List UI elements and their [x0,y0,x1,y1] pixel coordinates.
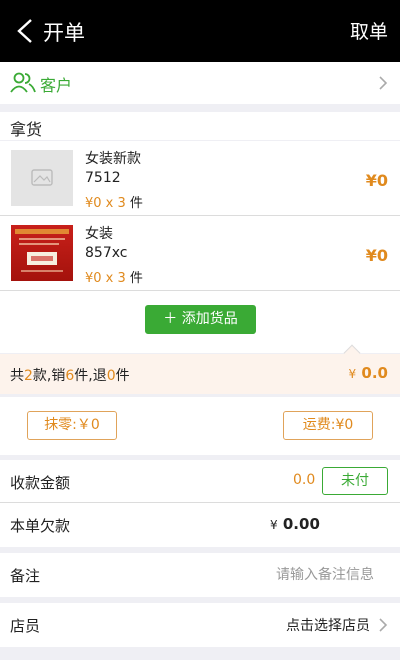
order-summary: 共2款,销6件,退0件 ¥ 0.0 [0,344,400,394]
add-goods-button[interactable]: ＋ 添加货品 [145,305,256,334]
summary-total: ¥ 0.0 [348,364,388,382]
back-arrow-icon[interactable] [14,18,38,44]
customer-label: 客户 [40,76,73,95]
staff-label: 店员 [10,617,41,635]
owed-amount: ¥ 0.00 [270,515,320,533]
goods-item[interactable]: 女装 857xc ¥0 x 3 件 ¥0 [0,216,400,290]
note-label: 备注 [10,567,41,585]
goods-section-header: 拿货 [0,112,400,140]
shipping-button[interactable]: 运费:¥0 [283,411,373,440]
owed-label: 本单欠款 [10,517,71,535]
customer-icon [10,72,36,93]
rounding-button[interactable]: 抹零:￥0 [27,411,117,440]
goods-item[interactable]: 女装新款 7512 ¥0 x 3 件 ¥0 [0,141,400,215]
item-total: ¥0 [365,246,388,265]
page-title: 开单 [43,21,85,45]
add-goods-row: ＋ 添加货品 [0,291,400,353]
top-bar: 开单 取单 [0,0,400,62]
item-code: 857xc [85,245,128,261]
owed-row: 本单欠款 ¥ 0.00 [0,503,400,547]
adjustments-row: 抹零:￥0 运费:¥0 [0,397,400,455]
item-name: 女装 [85,226,113,242]
chevron-right-icon [379,618,388,632]
image-placeholder-icon [11,150,73,206]
payment-label: 收款金额 [10,474,71,492]
plus-icon: ＋ [163,311,178,327]
note-row: 备注 [0,553,400,597]
goods-section-title: 拿货 [10,120,43,139]
add-goods-label: 添加货品 [181,311,238,327]
item-qty: ¥0 x 3 件 [85,271,143,286]
take-order-button[interactable]: 取单 [350,17,388,44]
item-qty: ¥0 x 3 件 [85,196,143,211]
chevron-right-icon [379,76,388,90]
payment-row: 收款金额 0.0 未付 [0,460,400,502]
note-input[interactable] [200,561,374,589]
item-name: 女装新款 [85,151,141,167]
staff-select[interactable]: 点击选择店员 [286,615,370,635]
customer-row[interactable]: 客户 [0,62,400,104]
product-thumbnail [11,225,73,281]
unpaid-button[interactable]: 未付 [322,467,388,495]
staff-row[interactable]: 店员 点击选择店员 [0,603,400,647]
item-code: 7512 [85,170,121,186]
summary-text: 共2款,销6件,退0件 [10,368,130,384]
item-total: ¥0 [365,171,388,190]
payment-amount[interactable]: 0.0 [293,472,315,488]
